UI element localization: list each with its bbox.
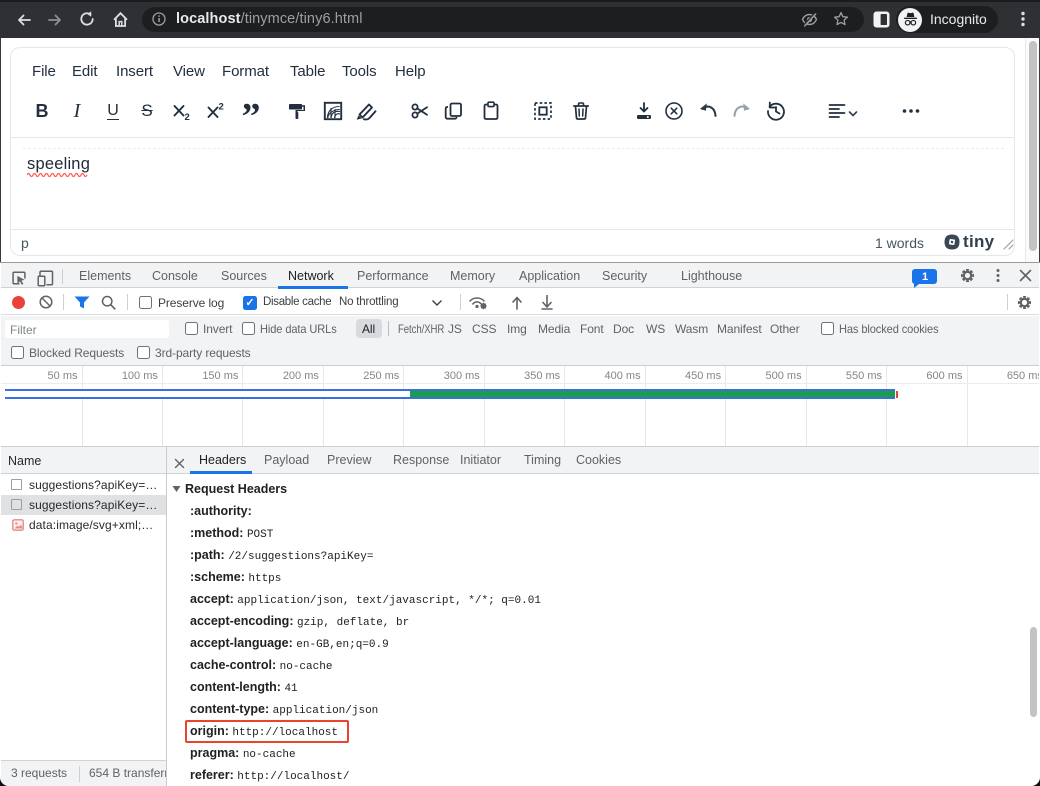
svg-text:2: 2 bbox=[185, 112, 190, 121]
svg-text:2: 2 bbox=[219, 102, 224, 113]
